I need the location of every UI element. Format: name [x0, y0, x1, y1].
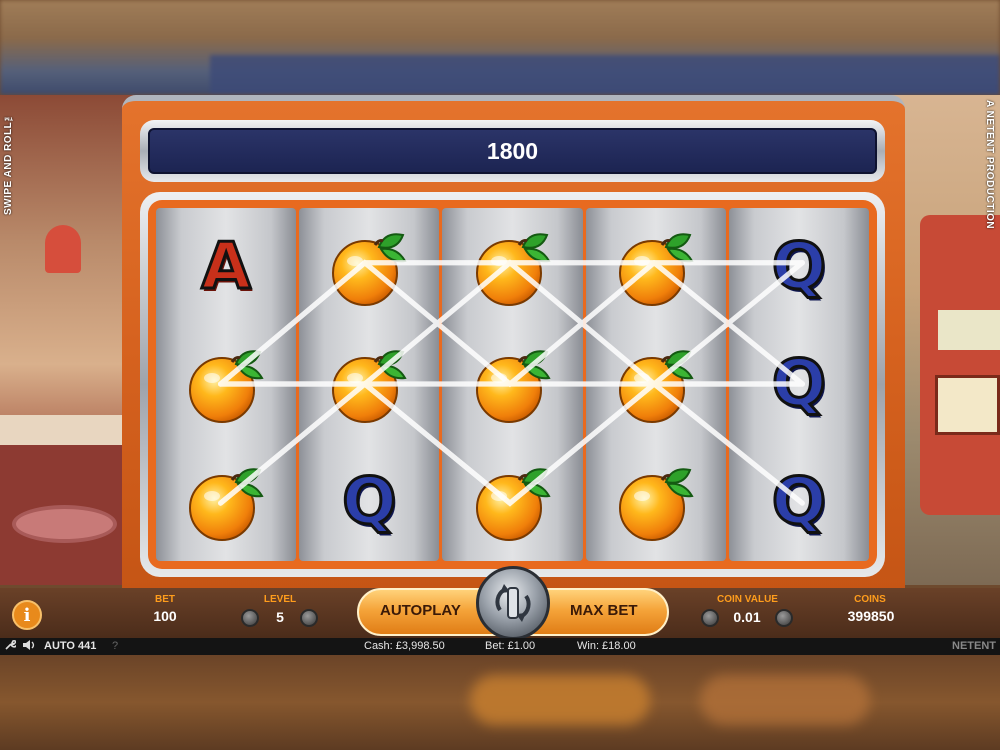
sound-icon[interactable]	[22, 639, 38, 654]
spin-arrows-icon	[495, 584, 531, 622]
reel-3	[442, 208, 583, 561]
producer-side-text: A NETENT PRODUCTION	[984, 100, 995, 230]
orange-symbol	[321, 336, 417, 432]
coin-value-increase-button[interactable]	[775, 609, 793, 627]
coins-label: COINS	[854, 594, 886, 605]
reel-5: QQQ	[728, 208, 870, 561]
orange-symbol	[321, 219, 417, 315]
bet-label: BET	[155, 594, 175, 605]
orange-symbol	[608, 454, 704, 550]
bet-amount: Bet: £1.00	[485, 640, 536, 652]
letter-q-symbol: Q	[341, 464, 398, 541]
orange-symbol	[178, 336, 274, 432]
reels-area[interactable]: A Q Q Q Q	[156, 208, 870, 561]
cash-balance: Cash: £3,998.50	[364, 640, 445, 652]
orange-symbol	[465, 336, 561, 432]
letter-a-symbol: A	[200, 228, 253, 305]
background-bottom	[0, 655, 1000, 750]
reel-2: Q	[299, 208, 440, 561]
bet-value: 100	[153, 608, 177, 624]
reel-4	[585, 208, 726, 561]
game-title-side: SWIPE AND ROLL™	[3, 110, 14, 215]
max-bet-button[interactable]: MAX BET	[570, 602, 638, 619]
reel-frame: A Q Q Q Q	[140, 192, 885, 577]
autoplay-button[interactable]: AUTOPLAY	[380, 602, 461, 619]
level-decrease-button[interactable]	[241, 609, 259, 627]
coin-value-label: COIN VALUE	[717, 594, 778, 605]
orange-symbol	[465, 219, 561, 315]
orange-symbol	[465, 454, 561, 550]
win-amount: 1800	[486, 137, 539, 164]
background-top	[0, 0, 1000, 95]
orange-symbol	[608, 336, 704, 432]
win-amount-status: Win: £18.00	[577, 640, 636, 652]
orange-symbol	[608, 219, 704, 315]
netent-logo: NETENT	[952, 640, 996, 652]
letter-q-symbol: Q	[770, 228, 827, 305]
help-icon[interactable]: ?	[112, 640, 118, 652]
orange-symbol	[178, 454, 274, 550]
spin-button[interactable]	[476, 566, 550, 640]
reel-1: A	[156, 208, 297, 561]
letter-q-symbol: Q	[770, 346, 827, 423]
status-bar: AUTO 441 ? Cash: £3,998.50 Bet: £1.00 Wi…	[0, 638, 1000, 655]
coins-value: 399850	[847, 608, 895, 624]
auto-spins-counter: AUTO 441	[44, 640, 97, 652]
level-value: 5	[276, 609, 284, 625]
coin-value: 0.01	[733, 609, 761, 625]
wrench-icon[interactable]	[4, 639, 18, 654]
win-display: 1800	[140, 120, 885, 182]
letter-q-symbol: Q	[770, 464, 827, 541]
level-increase-button[interactable]	[300, 609, 318, 627]
coin-value-decrease-button[interactable]	[701, 609, 719, 627]
info-button[interactable]: i	[12, 600, 42, 630]
level-label: LEVEL	[263, 594, 297, 605]
